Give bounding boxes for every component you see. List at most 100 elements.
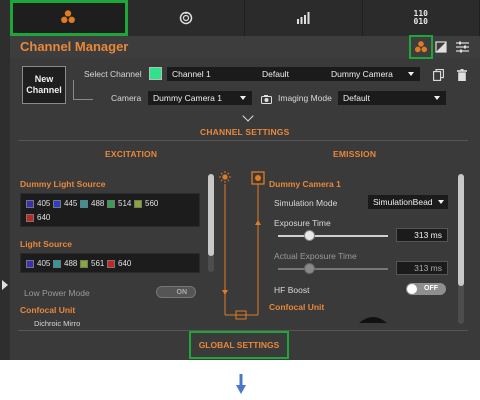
exposure-time-slider[interactable] xyxy=(278,235,388,237)
exposure-time-input[interactable]: 313 ms xyxy=(396,228,448,242)
chevron-down-icon xyxy=(434,96,440,100)
camera-select[interactable]: Dummy Camera 1 xyxy=(148,91,252,105)
tab-timer[interactable] xyxy=(128,0,245,36)
actual-exposure-time-label: Actual Exposure Time xyxy=(274,251,357,261)
imaging-mode-label: Imaging Mode xyxy=(278,93,332,103)
header-bar: Channel Manager xyxy=(10,35,480,59)
section-divider xyxy=(18,330,468,331)
tab-bar: 110 010 xyxy=(10,0,480,36)
wavelength-label: 561 xyxy=(91,259,105,268)
camera-label: Camera xyxy=(111,93,142,103)
color-swatch xyxy=(80,199,88,208)
camera-detector-icon xyxy=(251,171,265,185)
excitation-title: EXCITATION xyxy=(105,149,158,159)
channel-select-value: Channel 1 xyxy=(172,69,211,79)
dummy-light-source-wavelengths: 405 445 488 514 560 640 xyxy=(20,193,200,227)
contrast-view-button[interactable] xyxy=(431,37,451,57)
wavelength-label: 488 xyxy=(91,199,105,208)
copy-icon xyxy=(433,69,444,81)
global-settings-button[interactable]: GLOBAL SETTINGS xyxy=(189,331,289,359)
color-swatch xyxy=(26,259,34,268)
hf-boost-label: HF Boost xyxy=(274,285,310,295)
path-arrow-icon xyxy=(255,220,261,225)
wavelength-toggle[interactable]: 488 xyxy=(80,199,104,208)
actual-exposure-time-value: 313 ms xyxy=(396,261,448,275)
imaging-mode-value: Default xyxy=(343,93,370,103)
emission-camera-title: Dummy Camera 1 xyxy=(269,179,341,189)
wavelength-label: 640 xyxy=(37,213,51,222)
camera-settings-button[interactable] xyxy=(261,92,272,110)
delete-channel-button[interactable] xyxy=(457,68,467,86)
channel-color-swatch[interactable] xyxy=(149,67,162,80)
wavelength-toggle[interactable]: 560 xyxy=(134,199,158,208)
camera-select-value: Dummy Camera 1 xyxy=(153,93,222,103)
actual-exposure-slider xyxy=(278,268,388,270)
wavelength-label: 640 xyxy=(118,259,132,268)
low-power-mode-toggle[interactable]: ON xyxy=(156,286,196,298)
low-power-mode-label: Low Power Mode xyxy=(24,288,90,298)
channel-manager-icon xyxy=(61,9,76,23)
wavelength-toggle[interactable]: 640 xyxy=(26,213,50,222)
channel-manager-icon xyxy=(414,41,428,53)
wavelength-label: 405 xyxy=(37,259,51,268)
wavelength-toggle[interactable]: 561 xyxy=(80,259,104,268)
color-swatch xyxy=(134,199,142,208)
imaging-mode-select[interactable]: Default xyxy=(338,91,446,105)
channel-preset-value: Default xyxy=(262,69,289,79)
wavelength-toggle[interactable]: 488 xyxy=(53,259,77,268)
confocal-unit-title-left: Confocal Unit xyxy=(20,305,76,315)
color-swatch xyxy=(26,213,34,222)
hf-boost-toggle-label: OFF xyxy=(424,285,438,292)
page-title: Channel Manager xyxy=(20,39,129,54)
color-swatch xyxy=(80,259,88,268)
app-window: 110 010 Channel Manager New Channel Sele… xyxy=(10,0,480,360)
camera-bracket-line xyxy=(73,80,93,100)
binary-icon: 110 010 xyxy=(414,10,428,26)
tab-channel-manager[interactable] xyxy=(10,0,128,36)
toggle-knob xyxy=(407,284,417,294)
trash-icon xyxy=(457,69,467,81)
wavelength-toggle[interactable]: 514 xyxy=(107,199,131,208)
filter-wheel-icon xyxy=(359,317,387,323)
simulation-mode-value: SimulationBead xyxy=(373,197,433,207)
down-arrow-icon xyxy=(236,374,246,394)
tab-statistics[interactable] xyxy=(245,0,363,36)
new-channel-button[interactable]: New Channel xyxy=(22,66,66,104)
color-swatch xyxy=(107,259,115,268)
expand-left-arrow-icon[interactable] xyxy=(2,280,8,290)
confocal-unit-title-right: Confocal Unit xyxy=(269,302,325,312)
chevron-down-icon xyxy=(438,200,444,204)
chevron-down-icon xyxy=(240,96,246,100)
channel-camera-value: Dummy Camera xyxy=(331,69,393,79)
duplicate-channel-button[interactable] xyxy=(433,68,444,86)
hf-boost-toggle[interactable]: OFF xyxy=(406,283,446,295)
emission-scrollbar[interactable] xyxy=(458,174,464,324)
dichroic-mirror-label: Dichroic Mirro xyxy=(34,319,81,328)
wavelength-label: 560 xyxy=(145,199,159,208)
light-source-title: Light Source xyxy=(20,239,72,249)
select-channel-label: Select Channel xyxy=(84,69,142,79)
color-swatch xyxy=(107,199,115,208)
channel-settings-title: CHANNEL SETTINGS xyxy=(200,127,290,137)
simulation-mode-select[interactable]: SimulationBead xyxy=(368,195,448,209)
exposure-time-label: Exposure Time xyxy=(274,218,331,228)
exposure-time-slider-thumb[interactable] xyxy=(303,230,315,241)
settings-sliders-button[interactable] xyxy=(452,37,472,57)
new-channel-label: New Channel xyxy=(26,74,62,95)
channel-manager-view-button[interactable] xyxy=(409,35,433,59)
wavelength-toggle[interactable]: 640 xyxy=(107,259,131,268)
path-arrow-icon xyxy=(222,290,228,295)
wavelength-toggle[interactable]: 405 xyxy=(26,199,50,208)
excitation-scrollbar[interactable] xyxy=(208,174,214,272)
excitation-scroll-thumb[interactable] xyxy=(208,174,214,256)
color-swatch xyxy=(26,199,34,208)
section-divider xyxy=(18,140,468,141)
wavelength-toggle[interactable]: 405 xyxy=(26,259,50,268)
contrast-icon xyxy=(435,41,447,53)
channel-select[interactable]: Channel 1 Default Dummy Camera xyxy=(167,67,420,81)
emission-scroll-thumb[interactable] xyxy=(458,174,464,286)
wavelength-toggle[interactable]: 445 xyxy=(53,199,77,208)
tab-binary[interactable]: 110 010 xyxy=(363,0,480,36)
bar-chart-icon xyxy=(297,12,310,24)
wavelength-label: 514 xyxy=(118,199,132,208)
